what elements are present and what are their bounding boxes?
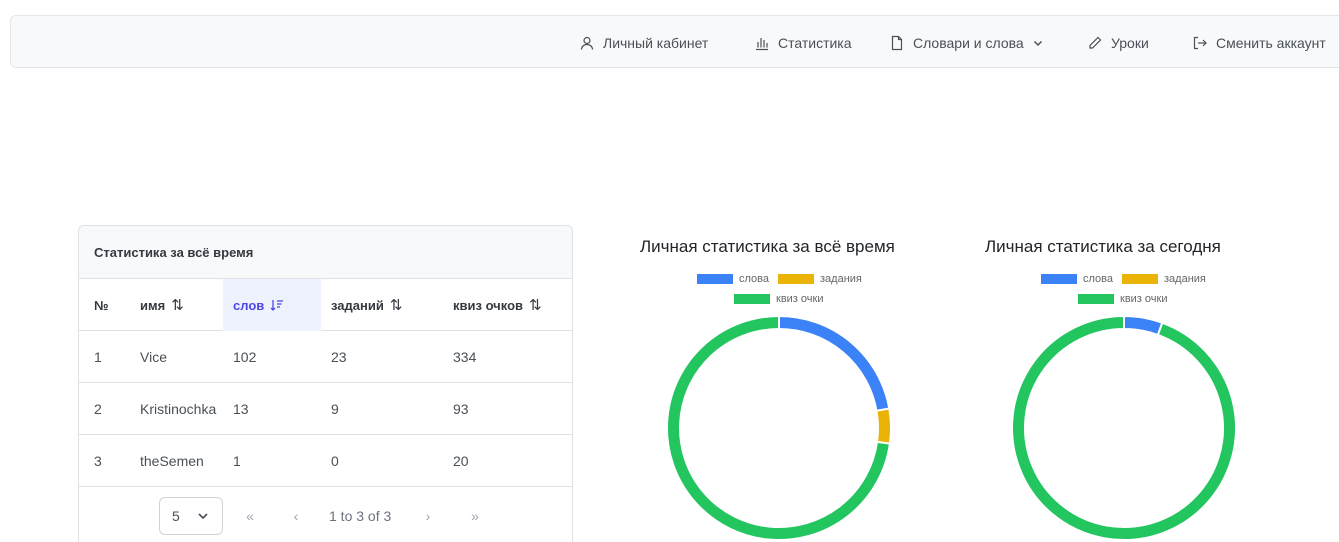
- rows-per-page-select[interactable]: 5: [159, 497, 223, 535]
- cell-number: 1: [94, 349, 102, 365]
- cell-words: 1: [233, 453, 241, 469]
- nav-stats-label: Статистика: [778, 34, 852, 51]
- rows-per-page-value: 5: [172, 508, 180, 524]
- nav-dictionaries-label: Словари и слова: [913, 34, 1024, 51]
- nav-stats[interactable]: Статистика: [754, 16, 852, 69]
- cell-words: 13: [233, 401, 249, 417]
- cell-name: theSemen: [140, 453, 204, 469]
- chevron-down-icon: [198, 513, 208, 520]
- last-page-button[interactable]: »: [460, 497, 490, 535]
- cell-name: Vice: [140, 349, 167, 365]
- column-header-tasks[interactable]: заданий ⇅: [321, 279, 439, 331]
- cell-quiz: 334: [453, 349, 477, 365]
- donut-chart-alltime: [666, 314, 892, 541]
- cell-tasks: 9: [331, 401, 339, 417]
- nav-logout[interactable]: Сменить аккаунт: [1192, 16, 1326, 69]
- column-header-quiz[interactable]: квиз очков ⇅: [439, 279, 572, 331]
- table-row: 2 Kristinochka 13 9 93: [79, 383, 572, 435]
- chart-title-today: Личная статистика за сегодня: [985, 237, 1221, 256]
- cell-number: 2: [94, 401, 102, 417]
- file-icon: [891, 35, 903, 50]
- legend-swatch: [697, 274, 733, 284]
- nav-dictionaries[interactable]: Словари и слова: [889, 16, 1044, 69]
- sort-icon: ⇅: [529, 297, 542, 314]
- cell-number: 3: [94, 453, 102, 469]
- table-row: 3 theSemen 1 0 20: [79, 435, 572, 487]
- cell-quiz: 93: [453, 401, 469, 417]
- nav-lessons-label: Уроки: [1111, 34, 1149, 51]
- sign-out-icon: [1193, 36, 1207, 49]
- navbar: Личный кабинет Статистика Словари и слов…: [10, 15, 1339, 68]
- pencil-icon: [1089, 36, 1102, 49]
- double-chevron-right-icon: »: [471, 508, 479, 524]
- sort-icon: ⇅: [389, 297, 403, 314]
- cell-tasks: 0: [331, 453, 339, 469]
- slice-words[interactable]: [778, 314, 891, 412]
- column-header-words[interactable]: слов: [223, 279, 321, 331]
- legend-words[interactable]: слова: [1041, 273, 1113, 285]
- legend-quiz[interactable]: квиз очки: [734, 293, 823, 305]
- cell-words: 102: [233, 349, 257, 365]
- legend-tasks[interactable]: задания: [778, 273, 862, 285]
- page-info: 1 to 3 of 3: [329, 508, 392, 524]
- legend-tasks[interactable]: задания: [1122, 273, 1206, 285]
- chevron-down-icon: [1033, 40, 1042, 46]
- nav-lessons[interactable]: Уроки: [1087, 16, 1149, 69]
- first-page-button[interactable]: «: [235, 497, 265, 535]
- legend-swatch: [778, 274, 814, 284]
- chart-title-alltime: Личная статистика за всё время: [640, 237, 895, 256]
- sort-icon: ⇅: [171, 297, 184, 314]
- legend-swatch: [734, 294, 770, 304]
- next-page-button[interactable]: ›: [413, 497, 443, 535]
- nav-profile[interactable]: Личный кабинет: [579, 16, 708, 69]
- chevron-left-icon: ‹: [293, 508, 299, 524]
- bar-chart-icon: [756, 37, 768, 50]
- sort-amount-down-icon: [270, 300, 284, 311]
- legend-swatch: [1041, 274, 1077, 284]
- cell-name: Kristinochka: [140, 401, 217, 417]
- column-header-name[interactable]: имя ⇅: [125, 279, 223, 331]
- nav-logout-label: Сменить аккаунт: [1216, 34, 1326, 51]
- prev-page-button[interactable]: ‹: [281, 497, 311, 535]
- legend-quiz[interactable]: квиз очки: [1078, 293, 1167, 305]
- stats-table-card: Статистика за всё время № имя ⇅ слов зада…: [78, 225, 573, 542]
- double-chevron-left-icon: «: [246, 508, 254, 524]
- table-title: Статистика за всё время: [79, 226, 572, 279]
- cell-tasks: 23: [331, 349, 347, 365]
- user-icon: [580, 36, 594, 50]
- chevron-right-icon: ›: [425, 508, 431, 524]
- paginator: 5 « ‹ 1 to 3 of 3 › »: [79, 487, 572, 542]
- legend-swatch: [1078, 294, 1114, 304]
- table-row: 1 Vice 102 23 334: [79, 331, 572, 383]
- table-header: № имя ⇅ слов заданий ⇅ квиз очков ⇅: [79, 279, 572, 331]
- slice-words[interactable]: [1123, 314, 1164, 337]
- nav-profile-label: Личный кабинет: [603, 34, 709, 51]
- legend-swatch: [1122, 274, 1158, 284]
- cell-quiz: 20: [453, 453, 469, 469]
- slice-tasks[interactable]: [875, 407, 892, 445]
- column-header-number: №: [94, 297, 109, 313]
- legend-words[interactable]: слова: [697, 273, 769, 285]
- donut-chart-today: [1011, 314, 1237, 541]
- slice-quiz[interactable]: [1011, 314, 1237, 541]
